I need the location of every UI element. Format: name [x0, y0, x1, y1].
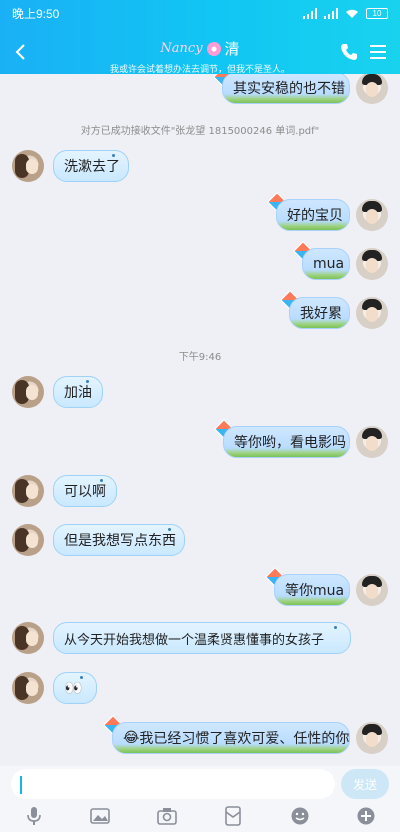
avatar[interactable] — [12, 622, 44, 654]
avatar[interactable] — [356, 722, 388, 754]
title-decoration: Nancy — [160, 41, 203, 56]
red-packet-icon[interactable] — [223, 806, 243, 826]
text-caret — [20, 776, 22, 794]
plus-icon[interactable] — [356, 806, 376, 826]
message-bubble[interactable]: 洗漱去了 — [53, 150, 129, 182]
emoji-icon[interactable] — [290, 806, 310, 826]
message-bubble[interactable]: 但是我想写点东西 — [53, 524, 185, 556]
avatar[interactable] — [356, 248, 388, 280]
battery-icon: 10 — [366, 7, 388, 19]
avatar[interactable] — [356, 199, 388, 231]
avatar[interactable] — [356, 574, 388, 606]
message-bubble[interactable]: 👀 — [53, 672, 97, 704]
bubble-eye — [86, 380, 89, 383]
avatar[interactable] — [356, 297, 388, 329]
system-message: 对方已成功接收文件"张龙望 1815000246 单词.pdf" — [80, 126, 320, 137]
message-bubble[interactable]: 从今天开始我想做一个温柔贤惠懂事的女孩子 — [53, 622, 351, 654]
camera-icon[interactable] — [157, 806, 177, 826]
status-time: 晚上9:50 — [12, 6, 60, 21]
timestamp: 下午9:46 — [178, 352, 222, 363]
chat-title[interactable]: Nancy 清 我或许会试着想办法去调节，但我不是圣人。 — [60, 38, 340, 75]
mic-icon[interactable] — [24, 806, 44, 826]
avatar[interactable] — [356, 74, 388, 104]
input-bar: 发送 — [0, 766, 400, 832]
back-button[interactable] — [10, 40, 30, 64]
message-bubble[interactable]: 其实安稳的也不错 — [222, 74, 350, 104]
message-bubble[interactable]: 我好累 — [289, 297, 350, 329]
send-button[interactable]: 发送 — [341, 769, 389, 799]
signal-icon-2 — [324, 7, 338, 19]
message-bubble[interactable]: 等你哟，看电影吗 — [223, 426, 350, 458]
menu-icon[interactable] — [368, 42, 388, 62]
bubble-eye — [112, 154, 115, 157]
message-bubble[interactable]: 😂 我已经习惯了喜欢可爱、任性的你 — [112, 722, 350, 754]
phone-icon[interactable] — [339, 42, 359, 62]
message-bubble[interactable]: 可以啊 — [53, 475, 117, 507]
bubble-eye — [168, 528, 171, 531]
avatar[interactable] — [12, 672, 44, 704]
avatar[interactable] — [12, 524, 44, 556]
chat-header: 晚上9:50 10 Nancy 清 我或许会试着想办法去调节，但我不是圣人。 — [0, 0, 400, 75]
flower-icon — [206, 41, 221, 56]
eyes-emoji: 👀 — [64, 679, 83, 697]
message-bubble[interactable]: 加油 — [53, 376, 103, 408]
status-bar: 晚上9:50 10 — [0, 0, 400, 26]
image-icon[interactable] — [90, 806, 110, 826]
contact-name: 清 — [224, 40, 240, 58]
avatar[interactable] — [12, 150, 44, 182]
message-input[interactable] — [11, 769, 335, 799]
chevron-left-icon — [15, 44, 25, 60]
message-bubble[interactable]: 等你mua — [274, 574, 350, 606]
message-list[interactable]: 其实安稳的也不错 对方已成功接收文件"张龙望 1815000246 单词.pdf… — [0, 74, 400, 766]
bubble-eye — [100, 479, 103, 482]
bubble-eye — [334, 626, 337, 629]
avatar[interactable] — [12, 475, 44, 507]
message-bubble[interactable]: mua — [302, 248, 350, 280]
laughing-emoji: 😂 — [123, 730, 140, 746]
avatar[interactable] — [12, 376, 44, 408]
wifi-icon — [346, 9, 358, 18]
signal-icon — [303, 7, 317, 19]
avatar[interactable] — [356, 426, 388, 458]
bubble-eye — [80, 676, 83, 679]
message-bubble[interactable]: 好的宝贝 — [276, 199, 350, 231]
